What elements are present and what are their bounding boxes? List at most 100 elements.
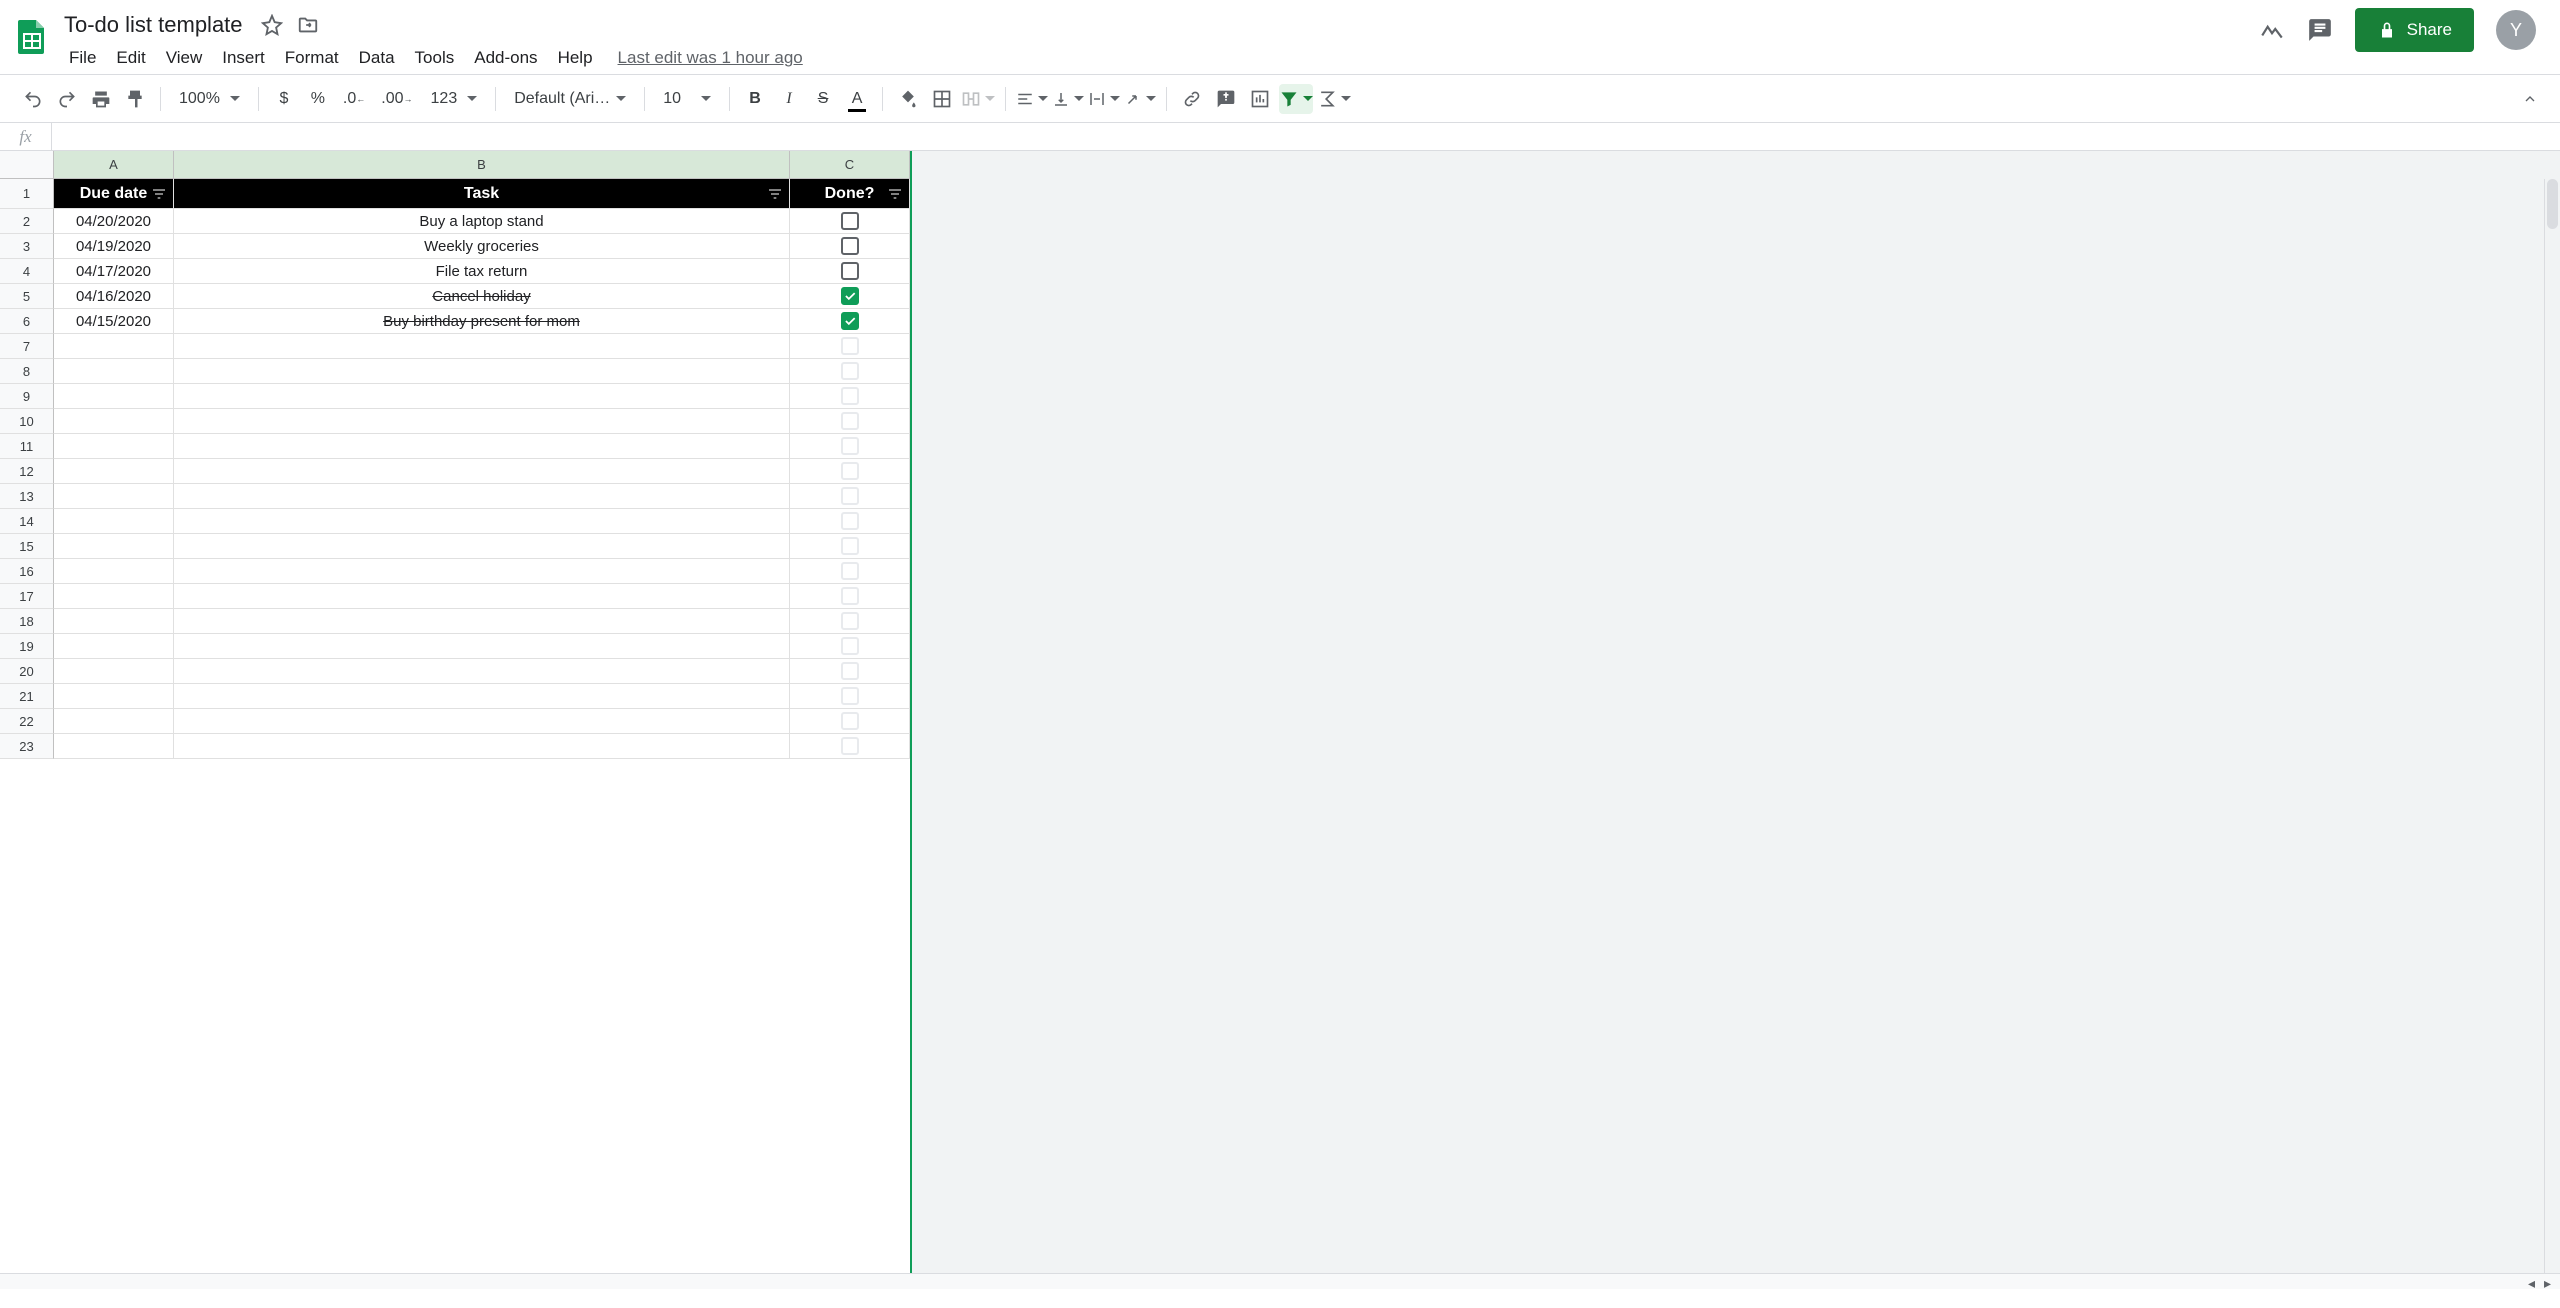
cell-empty[interactable] — [54, 609, 174, 634]
cell-empty[interactable] — [790, 684, 910, 709]
checkbox-faint-icon[interactable] — [841, 562, 859, 580]
cell-empty[interactable] — [790, 409, 910, 434]
menu-addons[interactable]: Add-ons — [465, 44, 546, 72]
font-size-select[interactable]: 10 — [655, 84, 719, 114]
checkbox-faint-icon[interactable] — [841, 512, 859, 530]
checkbox-unchecked-icon[interactable] — [841, 262, 859, 280]
cell-empty[interactable] — [174, 409, 790, 434]
cell-empty[interactable] — [790, 609, 910, 634]
vertical-align-button[interactable] — [1052, 84, 1084, 114]
document-title[interactable]: To-do list template — [60, 10, 247, 40]
print-icon[interactable] — [86, 84, 116, 114]
scroll-right-icon[interactable]: ▸ — [2544, 1275, 2558, 1289]
checkbox-faint-icon[interactable] — [841, 537, 859, 555]
checkbox-faint-icon[interactable] — [841, 437, 859, 455]
row-header-5[interactable]: 5 — [0, 284, 54, 309]
text-wrap-button[interactable] — [1088, 84, 1120, 114]
cell-empty[interactable] — [54, 584, 174, 609]
cell-task[interactable]: Buy birthday present for mom — [174, 309, 790, 334]
cell-empty[interactable] — [790, 634, 910, 659]
checkbox-faint-icon[interactable] — [841, 612, 859, 630]
menu-view[interactable]: View — [157, 44, 212, 72]
row-header-14[interactable]: 14 — [0, 509, 54, 534]
checkbox-faint-icon[interactable] — [841, 487, 859, 505]
row-header-4[interactable]: 4 — [0, 259, 54, 284]
account-avatar[interactable]: Y — [2496, 10, 2536, 50]
menu-edit[interactable]: Edit — [107, 44, 154, 72]
cell-empty[interactable] — [54, 684, 174, 709]
functions-button[interactable] — [1317, 84, 1351, 114]
merge-cells-button[interactable] — [961, 84, 995, 114]
cell-empty[interactable] — [174, 509, 790, 534]
checkbox-unchecked-icon[interactable] — [841, 212, 859, 230]
paint-format-icon[interactable] — [120, 84, 150, 114]
cell-empty[interactable] — [54, 459, 174, 484]
cell-empty[interactable] — [174, 534, 790, 559]
increase-decimal-button[interactable]: .00→ — [375, 84, 418, 114]
column-header-A[interactable]: A — [54, 151, 174, 179]
italic-button[interactable]: I — [774, 84, 804, 114]
bold-button[interactable]: B — [740, 84, 770, 114]
checkbox-faint-icon[interactable] — [841, 387, 859, 405]
redo-icon[interactable] — [52, 84, 82, 114]
cell-empty[interactable] — [790, 534, 910, 559]
row-header-10[interactable]: 10 — [0, 409, 54, 434]
row-header-21[interactable]: 21 — [0, 684, 54, 709]
row-header-9[interactable]: 9 — [0, 384, 54, 409]
cell-empty[interactable] — [790, 559, 910, 584]
cell-due[interactable]: 04/19/2020 — [54, 234, 174, 259]
spreadsheet-grid[interactable]: ABC1Due dateTaskDone?204/20/2020Buy a la… — [0, 151, 2560, 1289]
borders-button[interactable] — [927, 84, 957, 114]
cell-empty[interactable] — [54, 384, 174, 409]
cell-due[interactable]: 04/17/2020 — [54, 259, 174, 284]
cell-empty[interactable] — [174, 484, 790, 509]
filter-icon[interactable] — [767, 186, 783, 202]
cell-empty[interactable] — [790, 359, 910, 384]
checkbox-faint-icon[interactable] — [841, 712, 859, 730]
checkbox-faint-icon[interactable] — [841, 362, 859, 380]
checkbox-checked-icon[interactable] — [841, 287, 859, 305]
header-due-date[interactable]: Due date — [54, 179, 174, 209]
cell-empty[interactable] — [790, 384, 910, 409]
share-button[interactable]: Share — [2355, 8, 2474, 52]
cell-task[interactable]: Cancel holiday — [174, 284, 790, 309]
zoom-select[interactable]: 100% — [171, 84, 248, 114]
cell-empty[interactable] — [54, 534, 174, 559]
cell-empty[interactable] — [54, 359, 174, 384]
menu-data[interactable]: Data — [350, 44, 404, 72]
cell-empty[interactable] — [54, 434, 174, 459]
row-header-19[interactable]: 19 — [0, 634, 54, 659]
cell-empty[interactable] — [790, 509, 910, 534]
filter-icon[interactable] — [151, 186, 167, 202]
cell-empty[interactable] — [54, 484, 174, 509]
cell-task[interactable]: Weekly groceries — [174, 234, 790, 259]
cell-empty[interactable] — [54, 659, 174, 684]
row-header-12[interactable]: 12 — [0, 459, 54, 484]
header-done[interactable]: Done? — [790, 179, 910, 209]
cell-empty[interactable] — [54, 709, 174, 734]
row-header-11[interactable]: 11 — [0, 434, 54, 459]
cell-empty[interactable] — [790, 709, 910, 734]
checkbox-faint-icon[interactable] — [841, 737, 859, 755]
row-header-23[interactable]: 23 — [0, 734, 54, 759]
move-to-folder-icon[interactable] — [297, 14, 319, 36]
cell-empty[interactable] — [174, 559, 790, 584]
menu-insert[interactable]: Insert — [213, 44, 274, 72]
comments-icon[interactable] — [2307, 17, 2333, 43]
row-header-13[interactable]: 13 — [0, 484, 54, 509]
formula-input[interactable] — [52, 123, 2560, 150]
cell-empty[interactable] — [174, 634, 790, 659]
cell-done[interactable] — [790, 259, 910, 284]
select-all-corner[interactable] — [0, 151, 54, 179]
cell-empty[interactable] — [174, 384, 790, 409]
row-header-2[interactable]: 2 — [0, 209, 54, 234]
format-currency-button[interactable]: $ — [269, 84, 299, 114]
column-header-C[interactable]: C — [790, 151, 910, 179]
menu-file[interactable]: File — [60, 44, 105, 72]
cell-task[interactable]: File tax return — [174, 259, 790, 284]
row-header-7[interactable]: 7 — [0, 334, 54, 359]
horizontal-scrollbar[interactable]: ◂ ▸ — [0, 1273, 2560, 1289]
checkbox-faint-icon[interactable] — [841, 412, 859, 430]
insert-chart-button[interactable] — [1245, 84, 1275, 114]
cell-empty[interactable] — [174, 684, 790, 709]
